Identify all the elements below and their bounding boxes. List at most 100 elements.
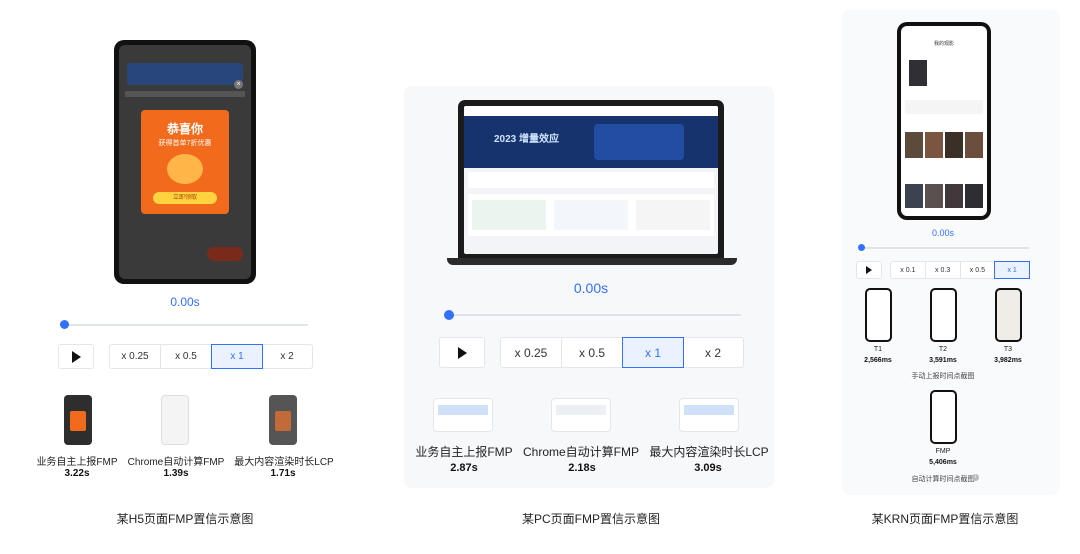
poster [925,184,943,208]
laptop-frame: 2023 增量效应 [458,100,724,258]
krn-caption: 某KRN页面FMP置信示意图 [871,512,1019,526]
play-icon [866,266,872,274]
pc-metric-value: 3.09s [694,462,722,474]
pc-card [472,200,546,230]
krn-progress-track[interactable] [861,247,1029,249]
play-icon [457,346,467,359]
krn-phone-frame: 我的观影 [897,22,991,220]
pc-metric-label: 业务自主上报FMP [415,445,513,459]
h5-metric-label: Chrome自动计算FMP [127,457,225,468]
h5-header-bar [127,63,243,85]
poster [965,184,983,208]
pc-content-row [468,172,714,188]
pc-progress-knob[interactable] [444,310,454,320]
close-icon[interactable]: × [234,80,243,89]
krn-speed-option[interactable]: x 0.3 [926,262,961,278]
krn-frame-value: 3,982ms [994,357,1022,364]
thumb-banner [556,405,606,415]
krn-frame-t2[interactable] [930,288,957,342]
h5-speed-selector: x 0.25 x 0.5 x 1 x 2 [109,344,313,369]
pc-card [636,200,710,230]
thumb-popup [70,411,86,431]
pc-metric-value: 2.18s [568,462,596,474]
coin-illustration [167,154,203,184]
krn-frame-label: T1 [873,346,883,353]
frame-screen [867,290,890,340]
pc-thumbnail-lcp[interactable] [679,398,739,432]
pc-speed-option[interactable]: x 0.25 [501,338,562,367]
h5-metric-value: 1.71s [270,468,296,479]
h5-popup-subtitle: 获得首单7折优惠 [158,140,212,147]
krn-speed-option[interactable]: x 0.5 [961,262,996,278]
info-icon[interactable]: i [972,474,979,481]
pc-card-row [468,194,714,236]
poster [905,184,923,208]
krn-time-readout: 0.00s [931,228,955,238]
pc-play-button[interactable] [439,337,485,368]
pc-speed-option[interactable]: x 0.5 [562,338,623,367]
krn-fmp-value: 5,406ms [929,459,957,466]
h5-play-button[interactable] [58,344,94,369]
play-icon [71,350,81,363]
pc-speed-option-active[interactable]: x 1 [622,337,684,368]
h5-popup[interactable]: 恭喜你 获得首单7折优惠 立即领取 [141,110,229,214]
poster [905,132,923,158]
krn-frame-t1[interactable] [865,288,892,342]
pc-metric-label: Chrome自动计算FMP [522,445,639,459]
krn-speed-option[interactable]: x 0.1 [891,262,926,278]
h5-popup-title: 恭喜你 [166,122,203,136]
krn-progress-knob[interactable] [858,244,865,251]
krn-frame-fmp[interactable] [930,390,957,444]
h5-progress-track[interactable] [64,324,308,326]
h5-metric-label: 业务自主上报FMP [36,457,118,468]
h5-metric-label: 最大内容渲染时长LCP [234,457,334,468]
krn-screen-title: 我的观影 [933,41,954,47]
krn-speed-option-active[interactable]: x 1 [994,261,1030,279]
thumb-banner [684,405,734,415]
h5-speed-option[interactable]: x 2 [262,345,312,368]
h5-caption: 某H5页面FMP置信示意图 [116,512,254,526]
pc-metric-value: 2.87s [450,462,478,474]
pc-speed-selector: x 0.25 x 0.5 x 1 x 2 [500,337,744,368]
laptop-base [447,258,737,265]
frame-screen [932,392,955,442]
thumb-banner [438,405,488,415]
pc-banner-text: 2023 增量效应 [494,134,560,145]
pc-progress-track[interactable] [449,314,741,316]
pc-caption: 某PC页面FMP置信示意图 [521,512,660,526]
h5-phone-frame: 恭喜你 获得首单7折优惠 立即领取 × [114,40,256,284]
krn-phone-screen: 我的观影 [901,26,987,216]
h5-metric-value: 3.22s [64,468,90,479]
h5-time-readout: 0.00s [170,295,200,309]
h5-thumbnail-business-fmp[interactable] [64,395,92,445]
krn-frame-label: T2 [938,346,948,353]
pc-card [554,200,628,230]
h5-speed-option[interactable]: x 0.5 [161,345,212,368]
krn-frame-value: 3,591ms [929,357,957,364]
poster [945,184,963,208]
banner-graphic [594,124,684,160]
poster [965,132,983,158]
h5-speed-option-active[interactable]: x 1 [211,344,263,369]
h5-bottom-button [207,247,243,261]
pc-time-readout: 0.00s [573,280,609,296]
krn-frame-value: 2,566ms [864,357,892,364]
krn-frames-caption: 手动上报时间点截图 [911,373,975,380]
krn-fmp-label: FMP [935,448,951,455]
krn-frame-t3[interactable] [995,288,1022,342]
h5-metric-value: 1.39s [163,468,189,479]
frame-screen [932,290,955,340]
h5-thumbnail-chrome-fmp[interactable] [161,395,189,445]
pc-thumbnail-chrome-fmp[interactable] [551,398,611,432]
pc-thumbnail-business-fmp[interactable] [433,398,493,432]
h5-progress-knob[interactable] [60,320,69,329]
pc-banner: 2023 增量效应 [464,116,718,168]
krn-play-button[interactable] [856,261,882,279]
pc-speed-option[interactable]: x 2 [683,338,743,367]
h5-speed-option[interactable]: x 0.25 [110,345,161,368]
h5-popup-button[interactable]: 立即领取 [153,192,217,204]
pc-metric-label: 最大内容渲染时长LCP [649,445,769,459]
krn-speed-selector: x 0.1 x 0.3 x 0.5 x 1 [890,261,1030,279]
frame-screen [997,290,1020,340]
h5-thumbnail-lcp[interactable] [269,395,297,445]
